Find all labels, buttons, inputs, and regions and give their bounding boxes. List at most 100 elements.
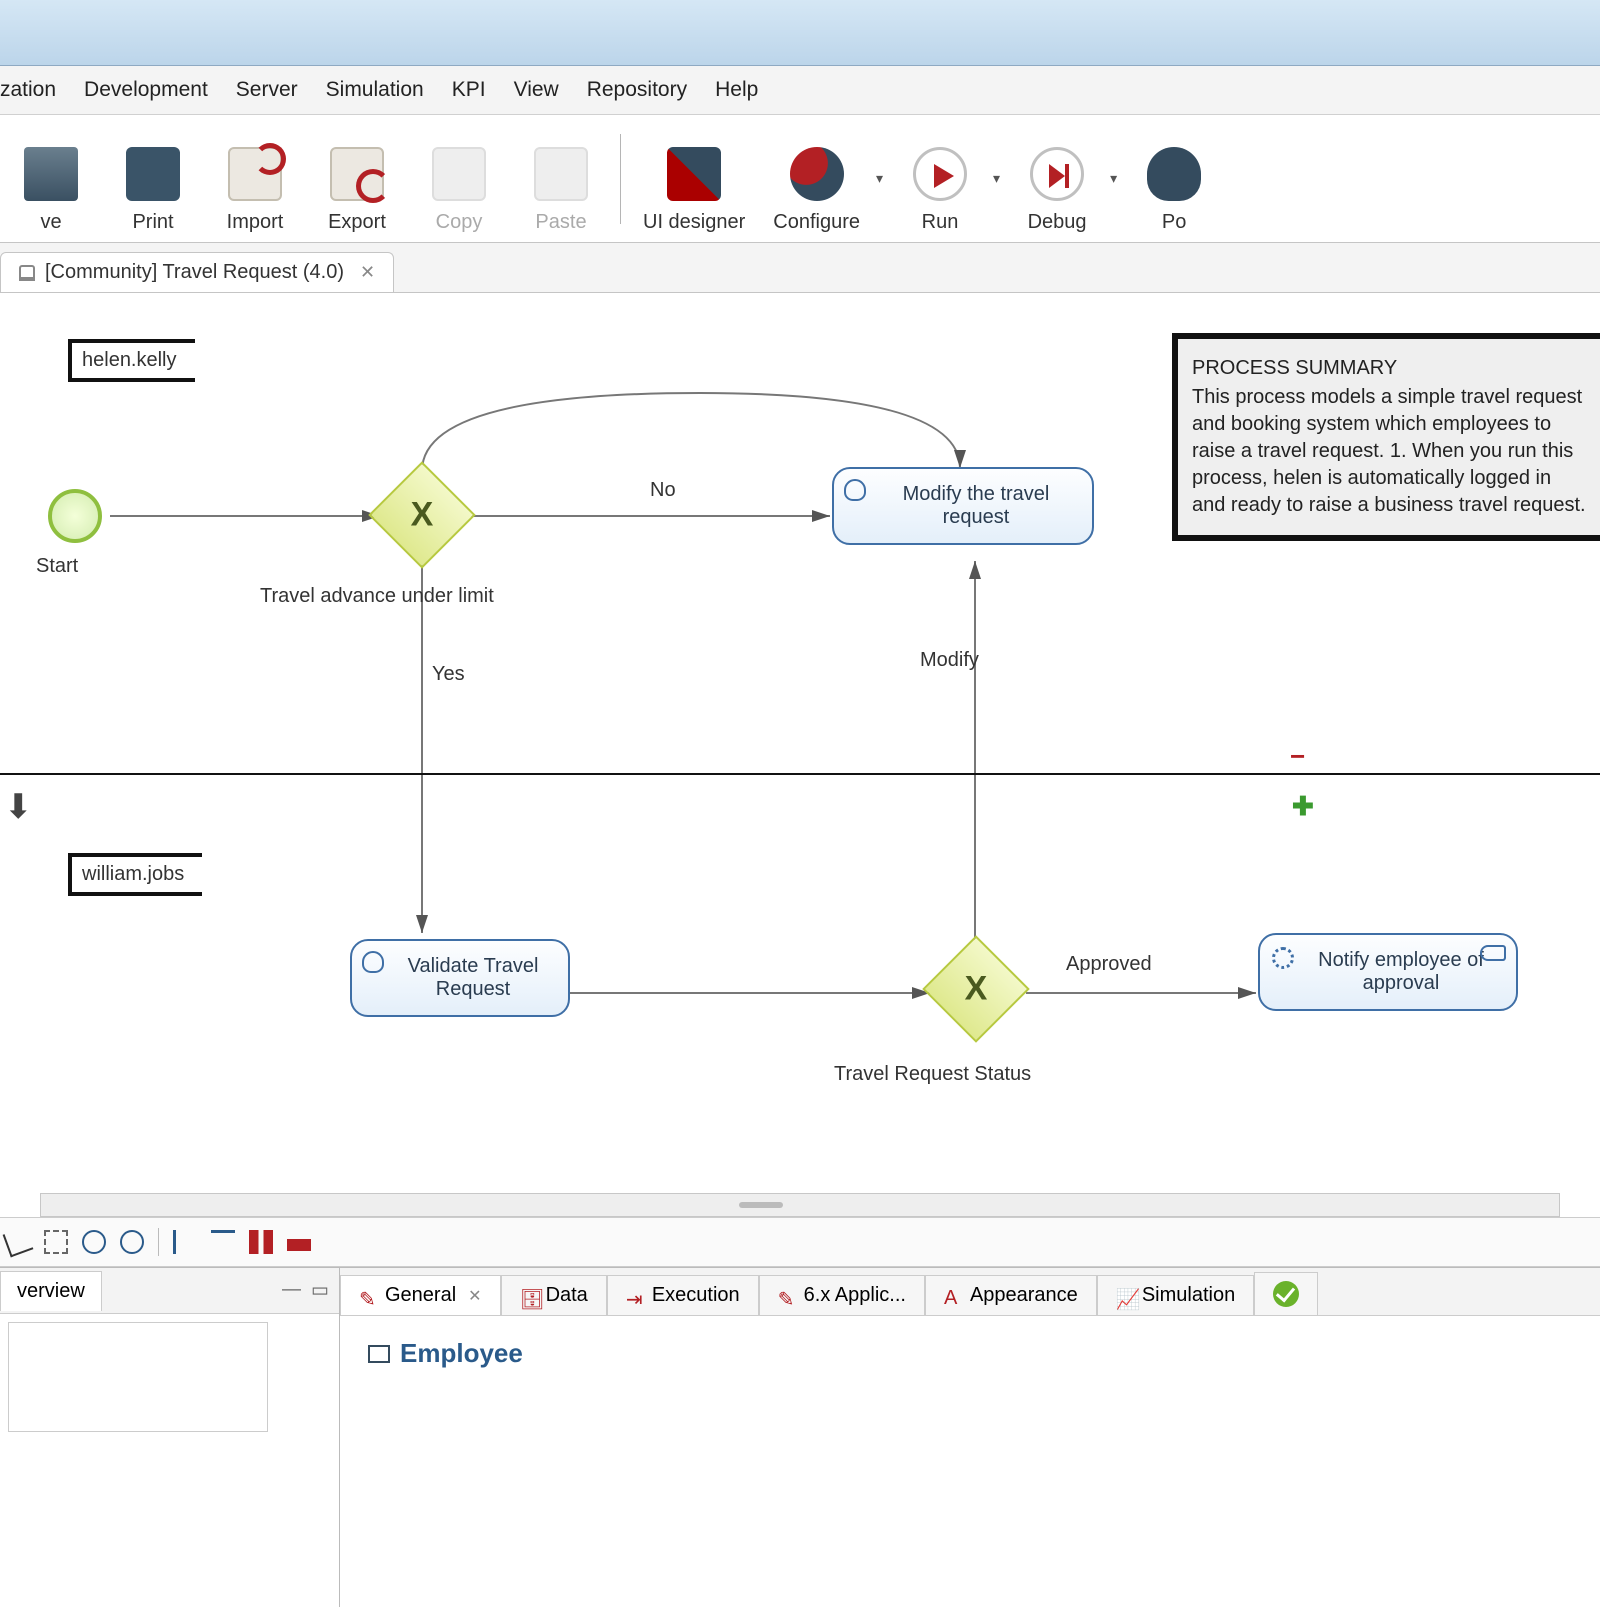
- tab-label: Simulation: [1142, 1284, 1235, 1307]
- detail-tab-simulation[interactable]: 📈 Simulation: [1097, 1275, 1254, 1315]
- editor-tab-travel-request[interactable]: [Community] Travel Request (4.0) ✕: [0, 252, 394, 292]
- po-icon: [1147, 147, 1201, 201]
- arrow-down-icon: ⬇: [4, 787, 33, 827]
- toolbar-label: Paste: [535, 211, 586, 234]
- detail-tab-6xapp[interactable]: ✎6.x Applic...: [759, 1275, 925, 1315]
- toolbar-label: Configure: [773, 211, 860, 234]
- tab-label: Appearance: [970, 1284, 1078, 1307]
- dropdown-caret-icon[interactable]: ▾: [1110, 170, 1117, 187]
- simulation-tab-icon: 📈: [1116, 1287, 1134, 1305]
- paste-button: Paste: [524, 124, 598, 234]
- export-button[interactable]: Export: [320, 124, 394, 234]
- lane-label-helen[interactable]: helen.kelly: [68, 339, 195, 382]
- save-button[interactable]: ve: [14, 124, 88, 234]
- run-icon: [913, 147, 967, 201]
- menu-server[interactable]: Server: [236, 78, 298, 102]
- task-notify-approval[interactable]: Notify employee of approval: [1258, 933, 1518, 1011]
- minus-icon[interactable]: −: [1290, 741, 1305, 772]
- toolbar-label: Copy: [436, 211, 483, 234]
- menu-help[interactable]: Help: [715, 78, 758, 102]
- align-left-icon[interactable]: [173, 1230, 197, 1254]
- import-button[interactable]: Import: [218, 124, 292, 234]
- process-summary-annotation[interactable]: PROCESS SUMMARY This process models a si…: [1172, 333, 1600, 541]
- minimize-icon[interactable]: —: [282, 1279, 301, 1302]
- user-icon: [844, 479, 866, 501]
- detail-tab-data[interactable]: 🗄Data: [501, 1275, 607, 1315]
- configure-button[interactable]: Configure: [773, 124, 860, 234]
- dropdown-caret-icon[interactable]: ▾: [993, 170, 1000, 187]
- maximize-icon[interactable]: ▭: [311, 1279, 329, 1302]
- detail-tab-general[interactable]: ✎General✕: [340, 1275, 501, 1315]
- palette-separator: [158, 1228, 159, 1256]
- gateway2-label: Travel Request Status: [834, 1063, 1031, 1086]
- gateway1-label: Travel advance under limit: [260, 585, 494, 608]
- flow-label-no: No: [650, 479, 676, 502]
- flow-label-modify: Modify: [920, 649, 979, 672]
- appearance-tab-icon: A: [944, 1287, 962, 1305]
- overview-tab[interactable]: verview: [0, 1271, 102, 1311]
- toolbar-label: Run: [922, 211, 959, 234]
- connector-icon: [1480, 945, 1506, 961]
- zoom-out-icon[interactable]: [120, 1230, 144, 1254]
- zoom-in-icon[interactable]: [82, 1230, 106, 1254]
- dropdown-caret-icon[interactable]: ▾: [876, 170, 883, 187]
- task-label: Validate Travel Request: [408, 955, 539, 1000]
- menu-view[interactable]: View: [514, 78, 559, 102]
- start-event[interactable]: [48, 489, 102, 543]
- distribute-v-icon[interactable]: [287, 1239, 311, 1251]
- toolbar-label: Export: [328, 211, 386, 234]
- export-icon: [330, 147, 384, 201]
- detail-tab-validate[interactable]: [1254, 1272, 1318, 1315]
- overview-thumbnail[interactable]: [8, 1322, 268, 1432]
- 6xapp-tab-icon: ✎: [778, 1287, 796, 1305]
- lane-name: helen.kelly: [82, 349, 177, 371]
- task-label: Notify employee of approval: [1318, 949, 1484, 994]
- tab-label: General: [385, 1284, 456, 1307]
- grid-icon: [368, 1345, 390, 1363]
- marquee-icon[interactable]: [44, 1230, 68, 1254]
- save-icon: [24, 147, 78, 201]
- menu-kpi[interactable]: KPI: [452, 78, 486, 102]
- toolbar-label: Print: [132, 211, 173, 234]
- menu-simulation[interactable]: Simulation: [326, 78, 424, 102]
- detail-tab-appearance[interactable]: A Appearance: [925, 1275, 1097, 1315]
- task-validate-request[interactable]: Validate Travel Request: [350, 939, 570, 1017]
- plus-icon[interactable]: ✚: [1292, 791, 1314, 822]
- import-icon: [228, 147, 282, 201]
- paste-icon: [534, 147, 588, 201]
- menu-repository[interactable]: Repository: [587, 78, 687, 102]
- distribute-h-icon[interactable]: [249, 1230, 273, 1254]
- print-button[interactable]: Print: [116, 124, 190, 234]
- annotation-heading: PROCESS SUMMARY: [1192, 355, 1590, 382]
- debug-button[interactable]: Debug: [1020, 124, 1094, 234]
- uidesigner-button[interactable]: UI designer: [643, 124, 745, 234]
- align-top-icon[interactable]: [211, 1230, 235, 1254]
- lane-label-william[interactable]: william.jobs: [68, 853, 202, 896]
- menu-development[interactable]: Development: [84, 78, 208, 102]
- menu-zation[interactable]: zation: [0, 78, 56, 102]
- toolbar-label: ve: [40, 211, 61, 234]
- toolbar-label: Debug: [1028, 211, 1087, 234]
- user-icon: [362, 951, 384, 973]
- cursor-icon[interactable]: [3, 1227, 34, 1258]
- gear-icon: [1272, 947, 1294, 969]
- diagram-canvas[interactable]: helen.kelly william.jobs ⬇ Start X Trave…: [0, 293, 1600, 1193]
- toolbar-label: UI designer: [643, 211, 745, 234]
- main-toolbar: ve Print Import Export Copy Paste UI designer C…: [0, 115, 1600, 243]
- menubar: zation Development Server Simulation KPI…: [0, 66, 1600, 115]
- close-icon[interactable]: ✕: [468, 1286, 481, 1306]
- overview-panel: verview — ▭: [0, 1268, 340, 1607]
- editor-tabs: [Community] Travel Request (4.0) ✕: [0, 243, 1600, 293]
- horizontal-scrollbar[interactable]: [40, 1193, 1560, 1217]
- annotation-body: This process models a simple travel requ…: [1192, 384, 1590, 519]
- run-button[interactable]: Run: [903, 124, 977, 234]
- tab-label: Data: [546, 1284, 588, 1307]
- copy-icon: [432, 147, 486, 201]
- flow-label-yes: Yes: [432, 663, 465, 686]
- properties-panel: ✎ General ✕ 🗄Data⇥Execution✎6.x Applic... AA…: [340, 1268, 1600, 1607]
- detail-tab-execution[interactable]: ⇥Execution: [607, 1275, 759, 1315]
- toolbar-label: Import: [227, 211, 284, 234]
- task-modify-request[interactable]: Modify the travel request: [832, 467, 1094, 545]
- po-button[interactable]: Po: [1137, 124, 1211, 234]
- close-icon[interactable]: ✕: [360, 262, 375, 283]
